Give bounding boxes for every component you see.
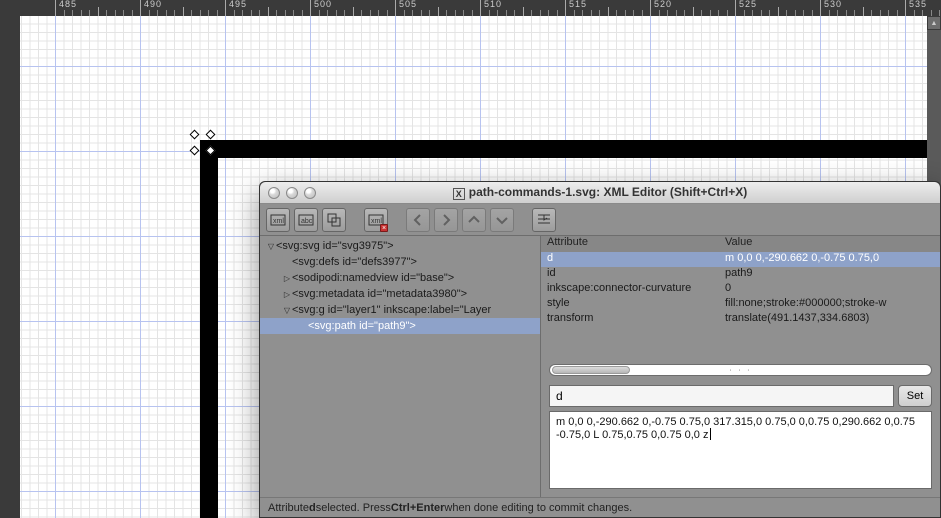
attribute-row[interactable]: idpath9 [541,267,940,282]
window-title: Xpath-commands-1.svg: XML Editor (Shift+… [260,185,940,200]
tree-row[interactable]: ▷<sodipodi:namedview id="base"> [260,270,540,286]
attr-value-textarea[interactable]: m 0,0 0,-290.662 0,-0.75 0.75,0 317.315,… [549,411,932,489]
triangle-down-icon[interactable]: ▽ [282,306,292,315]
duplicate-node-button[interactable] [322,208,346,232]
attribute-row[interactable]: stylefill:none;stroke:#000000;stroke-w [541,297,940,312]
attribute-name: d [541,252,721,267]
tree-row[interactable]: <svg:defs id="defs3977"> [260,254,540,270]
attribute-name: id [541,267,721,282]
tree-node-label: <svg:metadata id="metadata3980"> [292,288,467,300]
triangle-down-icon[interactable]: ▽ [266,242,276,251]
tree-row[interactable]: ▽<svg:svg id="svg3975"> [260,238,540,254]
status-bar: Attribute d selected. Press Ctrl+Enter w… [260,497,940,517]
attribute-value: 0 [721,282,940,297]
attribute-row[interactable]: inkscape:connector-curvature0 [541,282,940,297]
tree-node-label: <svg:path id="path9"> [308,320,416,332]
titlebar[interactable]: Xpath-commands-1.svg: XML Editor (Shift+… [260,182,940,204]
attribute-value: fill:none;stroke:#000000;stroke-w [721,297,940,312]
tree-node-label: <svg:g id="layer1" inkscape:label="Layer [292,304,491,316]
new-text-button[interactable]: abc [294,208,318,232]
delete-x-icon: × [380,224,388,232]
move-up-button[interactable] [462,208,486,232]
attribute-header: Attribute Value [541,236,940,252]
prev-button[interactable] [406,208,430,232]
delete-node-button[interactable]: xml × [364,208,388,232]
tree-row[interactable]: ▽<svg:g id="layer1" inkscape:label="Laye… [260,302,540,318]
node-handle[interactable] [190,146,200,156]
tree-node-label: <svg:svg id="svg3975"> [276,240,394,252]
triangle-right-icon[interactable]: ▷ [282,274,292,283]
tree-row[interactable]: ▷<svg:metadata id="metadata3980"> [260,286,540,302]
ruler-vertical [0,16,20,518]
xml-editor-dialog: Xpath-commands-1.svg: XML Editor (Shift+… [259,181,941,518]
xml-tree[interactable]: ▽<svg:svg id="svg3975"><svg:defs id="def… [260,236,541,497]
attribute-list[interactable]: dm 0,0 0,-290.662 0,-0.75 0.75,0idpath9i… [541,252,940,362]
attribute-name: style [541,297,721,312]
new-element-button[interactable]: xml [266,208,290,232]
path-shape[interactable] [200,140,941,158]
attribute-row[interactable]: transformtranslate(491.1437,334.6803) [541,312,940,327]
toolbar: xml abc xml × [260,204,940,236]
move-down-button[interactable] [490,208,514,232]
attr-hscroll[interactable]: · · · [541,362,940,377]
ruler-horizontal: 485490495500505510515520525530535 [20,0,941,16]
ruler-corner [0,0,20,16]
attribute-row[interactable]: dm 0,0 0,-290.662 0,-0.75 0.75,0 [541,252,940,267]
triangle-right-icon[interactable]: ▷ [282,290,292,299]
attribute-value: m 0,0 0,-290.662 0,-0.75 0.75,0 [721,252,940,267]
indent-button[interactable] [532,208,556,232]
svg-text:abc: abc [301,218,313,225]
scroll-up-button[interactable]: ▲ [927,16,941,30]
set-button[interactable]: Set [898,385,932,407]
attribute-name: inkscape:connector-curvature [541,282,721,297]
next-button[interactable] [434,208,458,232]
attribute-name: transform [541,312,721,327]
x-icon: X [453,188,465,200]
attribute-value: translate(491.1437,334.6803) [721,312,940,327]
tree-node-label: <svg:defs id="defs3977"> [292,256,417,268]
tree-row[interactable]: <svg:path id="path9"> [260,318,540,334]
node-handle[interactable] [190,130,200,140]
text-caret [710,428,711,440]
attribute-value: path9 [721,267,940,282]
svg-text:xml: xml [273,218,284,225]
path-shape[interactable] [200,140,218,518]
attr-name-input[interactable] [549,385,894,407]
node-handle[interactable] [206,130,216,140]
tree-node-label: <sodipodi:namedview id="base"> [292,272,454,284]
